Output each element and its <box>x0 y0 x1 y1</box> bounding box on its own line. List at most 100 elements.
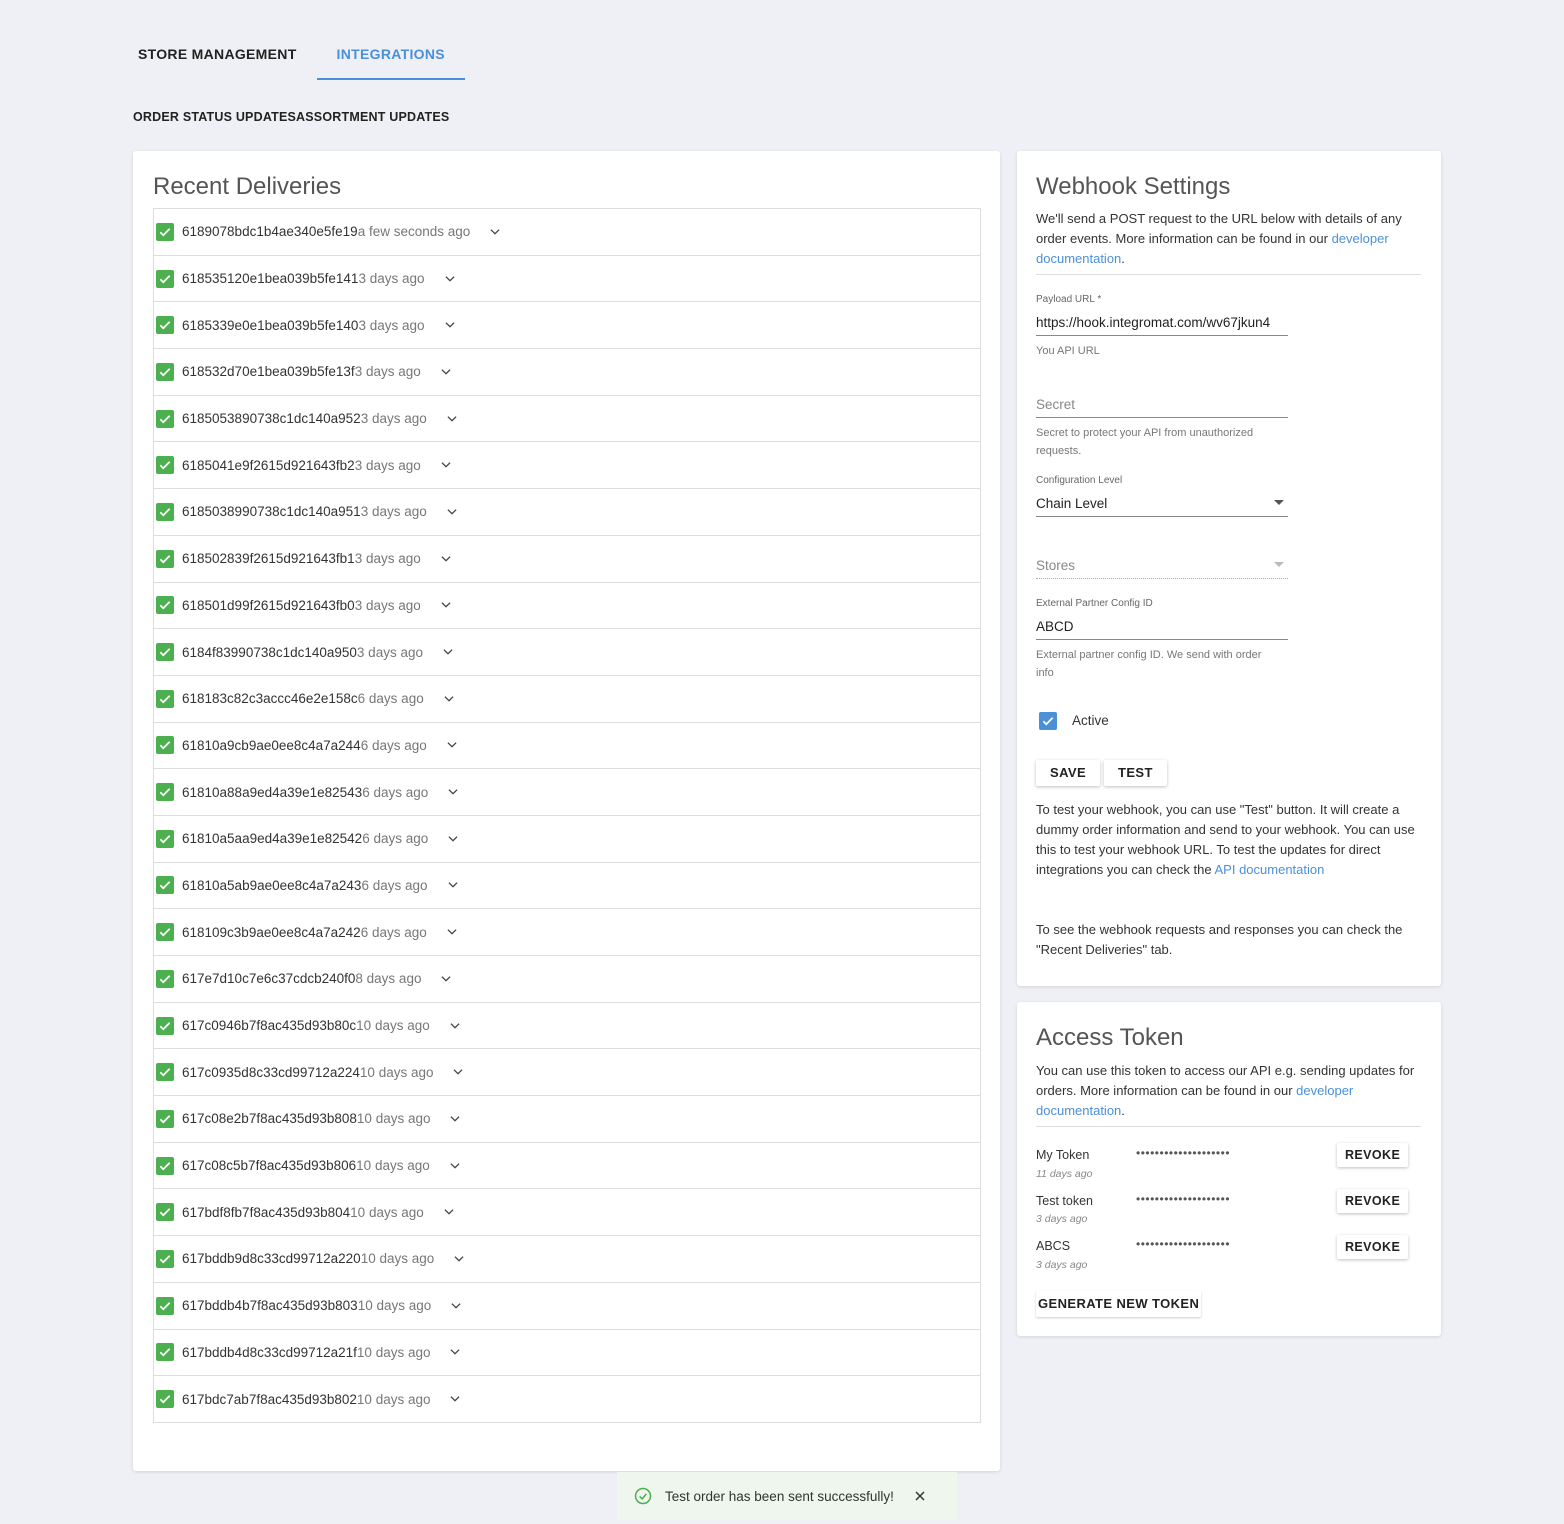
chevron-down-icon[interactable] <box>441 645 455 659</box>
delivery-time: 3 days ago <box>360 504 427 520</box>
active-label: Active <box>1072 713 1109 728</box>
chevron-down-icon[interactable] <box>448 1159 462 1173</box>
test-button[interactable]: TEST <box>1104 760 1167 786</box>
chevron-down-icon[interactable] <box>488 225 502 239</box>
chevron-down-icon[interactable] <box>451 1065 465 1079</box>
delivery-id: 617bddb9d8c33cd99712a220 <box>182 1251 361 1267</box>
delivery-row: 6185339e0e1bea039b5fe140 3 days ago <box>153 302 981 350</box>
delivery-time: 3 days ago <box>354 551 421 567</box>
webhook-intro: We'll send a POST request to the URL bel… <box>1036 209 1426 269</box>
delivery-id: 618501d99f2615d921643fb0 <box>182 597 355 613</box>
chevron-down-icon[interactable] <box>446 878 460 892</box>
delivery-row: 618502839f2615d921643fb1 3 days ago <box>153 535 981 583</box>
divider <box>1036 1126 1421 1127</box>
delivery-row: 617c0946b7f8ac435d93b80c 10 days ago <box>153 1002 981 1050</box>
access-token-title: Access Token <box>1036 1024 1184 1051</box>
delivery-id: 617c08e2b7f8ac435d93b808 <box>182 1111 357 1127</box>
delivery-id: 617c0935d8c33cd99712a224 <box>182 1064 360 1080</box>
delivery-row: 617bddb4b7f8ac435d93b803 10 days ago <box>153 1282 981 1330</box>
delivery-time: 6 days ago <box>362 784 429 800</box>
tab-integrations[interactable]: INTEGRATIONS <box>316 30 465 80</box>
success-toast: Test order has been sent successfully! <box>617 1472 957 1520</box>
delivery-time: 10 days ago <box>359 1064 434 1080</box>
main-tabs: STORE MANAGEMENT INTEGRATIONS <box>118 30 465 80</box>
check-icon <box>156 1016 174 1035</box>
check-icon <box>156 783 174 802</box>
chevron-down-icon[interactable] <box>439 458 453 472</box>
generate-new-token-button[interactable]: GENERATE NEW TOKEN <box>1036 1291 1202 1317</box>
chevron-down-icon[interactable] <box>442 692 456 706</box>
check-icon <box>156 829 174 848</box>
dropdown-arrow-icon <box>1274 562 1284 567</box>
payload-url-label: Payload URL * <box>1036 294 1102 305</box>
webhook-settings-card: Webhook Settings We'll send a POST reque… <box>1017 151 1441 986</box>
chevron-down-icon[interactable] <box>443 272 457 286</box>
access-token-card: Access Token You can use this token to a… <box>1017 1002 1441 1336</box>
webhook-test-help: To test your webhook, you can use "Test"… <box>1036 800 1428 880</box>
stores-select[interactable]: Stores <box>1036 558 1288 579</box>
delivery-row: 617bddb9d8c33cd99712a220 10 days ago <box>153 1236 981 1283</box>
delivery-id: 6185053890738c1dc140a952 <box>182 411 361 427</box>
chevron-down-icon[interactable] <box>445 925 459 939</box>
check-icon <box>156 456 174 475</box>
subtab-order-status-updates[interactable]: ORDER STATUS UPDATES <box>133 110 296 124</box>
secret-input[interactable]: Secret <box>1036 397 1288 418</box>
revoke-button[interactable]: REVOKE <box>1337 1235 1409 1259</box>
chevron-down-icon[interactable] <box>446 785 460 799</box>
chevron-down-icon[interactable] <box>443 318 457 332</box>
check-icon <box>156 1063 174 1082</box>
delivery-id: 6185038990738c1dc140a951 <box>182 504 361 520</box>
chevron-down-icon[interactable] <box>446 832 460 846</box>
token-name: Test token <box>1036 1194 1093 1208</box>
configuration-level-select[interactable]: Chain Level <box>1036 496 1288 517</box>
chevron-down-icon[interactable] <box>439 552 453 566</box>
delivery-row: 618532d70e1bea039b5fe13f 3 days ago <box>153 349 981 396</box>
chevron-down-icon[interactable] <box>448 1345 462 1359</box>
chevron-down-icon[interactable] <box>439 365 453 379</box>
dropdown-arrow-icon <box>1274 500 1284 505</box>
active-checkbox[interactable] <box>1039 712 1057 730</box>
check-circle-icon <box>634 1487 652 1505</box>
delivery-row: 61810a5ab9ae0ee8c4a7a243 6 days ago <box>153 862 981 910</box>
token-value-masked: •••••••••••••••••••• <box>1136 1192 1231 1206</box>
check-icon <box>156 549 174 568</box>
check-icon <box>156 1249 174 1268</box>
delivery-time: 10 days ago <box>350 1204 424 1220</box>
chevron-down-icon[interactable] <box>445 412 459 426</box>
chevron-down-icon[interactable] <box>442 1205 456 1219</box>
close-icon[interactable] <box>912 1488 928 1504</box>
delivery-id: 61810a5ab9ae0ee8c4a7a243 <box>182 877 362 893</box>
check-icon <box>156 1203 174 1222</box>
revoke-button[interactable]: REVOKE <box>1337 1143 1409 1167</box>
delivery-time: 8 days ago <box>355 971 422 987</box>
delivery-time: 3 days ago <box>356 644 423 660</box>
external-partner-label: External Partner Config ID <box>1036 598 1153 609</box>
deliveries-list: 6189078bdc1b4ae340e5fe19 a few seconds ag… <box>153 208 981 1423</box>
delivery-id: 617c08c5b7f8ac435d93b806 <box>182 1158 357 1174</box>
chevron-down-icon[interactable] <box>452 1252 466 1266</box>
payload-url-input[interactable]: https://hook.integromat.com/wv67jkun4 <box>1036 315 1288 336</box>
chevron-down-icon[interactable] <box>445 505 459 519</box>
subtab-assortment-updates[interactable]: ASSORTMENT UPDATES <box>296 110 449 124</box>
delivery-time: 10 days ago <box>356 1344 431 1360</box>
tab-store-management[interactable]: STORE MANAGEMENT <box>118 30 317 78</box>
external-partner-input[interactable]: ABCD <box>1036 619 1288 640</box>
chevron-down-icon[interactable] <box>449 1299 463 1313</box>
chevron-down-icon[interactable] <box>448 1019 462 1033</box>
chevron-down-icon[interactable] <box>445 738 459 752</box>
revoke-button[interactable]: REVOKE <box>1337 1189 1409 1213</box>
api-documentation-link[interactable]: API documentation <box>1215 862 1325 877</box>
save-button[interactable]: SAVE <box>1036 760 1101 786</box>
recent-deliveries-title: Recent Deliveries <box>153 173 342 200</box>
delivery-time: 10 days ago <box>357 1298 432 1314</box>
chevron-down-icon[interactable] <box>448 1392 462 1406</box>
check-icon <box>156 689 174 708</box>
chevron-down-icon[interactable] <box>439 598 453 612</box>
chevron-down-icon[interactable] <box>439 972 453 986</box>
delivery-id: 618532d70e1bea039b5fe13f <box>182 364 355 380</box>
delivery-time: 3 days ago <box>360 411 427 427</box>
delivery-time: 10 days ago <box>356 1018 430 1034</box>
check-icon <box>156 643 174 662</box>
check-icon <box>156 969 174 988</box>
chevron-down-icon[interactable] <box>448 1112 462 1126</box>
